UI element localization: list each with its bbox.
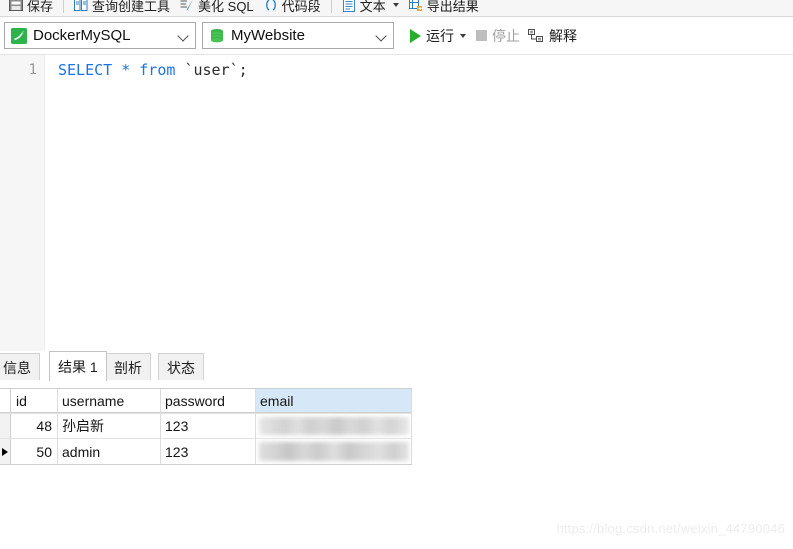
export-result-button[interactable]: 导出结果 (404, 0, 484, 16)
tab-profile[interactable]: 剖析 (105, 353, 151, 381)
cell-id[interactable]: 48 (11, 414, 58, 438)
cell-email[interactable] (256, 414, 412, 438)
explain-button[interactable]: 解释 (524, 24, 581, 48)
tab-info[interactable]: 信息 (0, 353, 40, 381)
watermark: https://blog.csdn.net/weixin_44790046 (556, 521, 785, 536)
beautify-sql-icon (180, 0, 193, 11)
result-grid[interactable]: id username password email 48 孙启新 123 50… (0, 388, 412, 465)
column-header-username[interactable]: username (58, 389, 161, 413)
sql-code-area[interactable]: SELECT * from `user`; (45, 55, 793, 351)
column-header-email[interactable]: email (256, 389, 412, 413)
line-number: 1 (28, 62, 37, 78)
editor-gutter: 1 (0, 55, 45, 351)
toolbar-separator-2 (330, 0, 332, 13)
tab-status[interactable]: 状态 (158, 353, 204, 381)
stop-button[interactable]: 停止 (472, 24, 524, 48)
stop-square-icon (476, 30, 487, 41)
save-button[interactable]: 保存 (4, 0, 58, 16)
main-toolbar: 保存 查询创建工具 美化 SQL 代码段 文本 导出结果 (0, 0, 793, 17)
text-format-label: 文本 (359, 0, 386, 14)
code-snippet-label: 代码段 (281, 0, 321, 14)
cell-password-value: 123 (165, 443, 189, 460)
beautify-sql-label: 美化 SQL (198, 0, 254, 14)
export-result-label: 导出结果 (426, 0, 479, 14)
query-builder-icon (74, 0, 88, 11)
tab-status-label: 状态 (167, 359, 195, 376)
column-header-id[interactable]: id (11, 389, 58, 413)
cell-username-value: admin (62, 443, 101, 460)
text-format-button[interactable]: 文本 (337, 0, 404, 16)
cell-username-value: 孙启新 (62, 418, 104, 434)
row-indicator-header (0, 389, 11, 413)
explain-label: 解释 (549, 27, 577, 44)
explain-plan-icon (528, 28, 543, 42)
save-label: 保存 (27, 0, 54, 14)
database-cylinder-icon (211, 28, 223, 42)
code-snippet-button[interactable]: 代码段 (259, 0, 326, 16)
cell-id-value: 48 (36, 418, 52, 434)
tab-result-1[interactable]: 结果 1 (49, 351, 107, 381)
query-builder-label: 查询创建工具 (92, 0, 171, 14)
tab-info-label: 信息 (3, 359, 31, 376)
cell-password[interactable]: 123 (161, 414, 256, 438)
result-tab-bar: 信息 结果 1 剖析 状态 (0, 351, 793, 381)
table-row[interactable]: 50 admin 123 (0, 439, 412, 464)
text-icon (342, 0, 355, 12)
cell-password[interactable]: 123 (161, 439, 256, 464)
database-value: MyWebsite (231, 28, 305, 43)
redacted-email-overlay (259, 442, 409, 461)
play-triangle-icon (410, 28, 421, 43)
execution-controls: 运行 停止 解释 (406, 24, 581, 48)
column-header-id-label: id (16, 392, 27, 409)
current-row-arrow-icon (2, 447, 8, 456)
run-button[interactable]: 运行 (406, 24, 458, 48)
sql-table-name: `user` (184, 61, 239, 79)
table-row[interactable]: 48 孙启新 123 (0, 414, 412, 439)
sql-statement-line: SELECT * from `user`; (58, 60, 793, 80)
sql-editor[interactable]: 1 SELECT * from `user`; (0, 54, 793, 351)
toolbar-separator-1 (63, 0, 65, 13)
row-indicator-current[interactable] (0, 439, 11, 464)
sql-semicolon: ; (238, 61, 248, 79)
column-header-username-label: username (62, 392, 125, 409)
run-label: 运行 (426, 27, 454, 44)
grid-header-row: id username password email (0, 389, 412, 414)
beautify-sql-button[interactable]: 美化 SQL (175, 0, 259, 16)
cell-username[interactable]: 孙启新 (58, 414, 161, 438)
tab-result-1-label: 结果 1 (58, 358, 98, 375)
cell-username[interactable]: admin (58, 439, 161, 464)
tab-profile-label: 剖析 (114, 359, 142, 376)
chevron-down-icon[interactable] (177, 29, 191, 43)
database-select[interactable]: MyWebsite (202, 22, 394, 49)
query-builder-button[interactable]: 查询创建工具 (69, 0, 175, 16)
code-snippet-icon (265, 0, 276, 11)
mysql-dolphin-icon (11, 27, 27, 44)
run-options-caret-icon[interactable] (460, 33, 466, 38)
redacted-email-overlay (259, 417, 409, 435)
cell-id-value: 50 (36, 443, 52, 460)
chevron-down-icon[interactable] (375, 29, 389, 43)
sql-keyword-from: from (139, 61, 176, 79)
sql-keyword-select: SELECT (58, 61, 113, 79)
export-result-icon (408, 0, 422, 11)
column-header-email-label: email (260, 392, 294, 409)
chevron-down-icon[interactable] (392, 3, 399, 7)
column-header-password-label: password (165, 392, 225, 409)
sql-star-operator: * (121, 61, 131, 79)
row-indicator[interactable] (0, 414, 11, 438)
stop-label: 停止 (492, 27, 520, 44)
cell-email[interactable] (256, 439, 412, 464)
connection-select[interactable]: DockerMySQL (4, 22, 196, 49)
selector-bar: DockerMySQL MyWebsite 运行 停止 解释 (0, 17, 793, 54)
cell-password-value: 123 (165, 418, 189, 434)
cell-id[interactable]: 50 (11, 439, 58, 464)
connection-value: DockerMySQL (33, 28, 131, 43)
save-icon (9, 0, 23, 11)
column-header-password[interactable]: password (161, 389, 256, 413)
